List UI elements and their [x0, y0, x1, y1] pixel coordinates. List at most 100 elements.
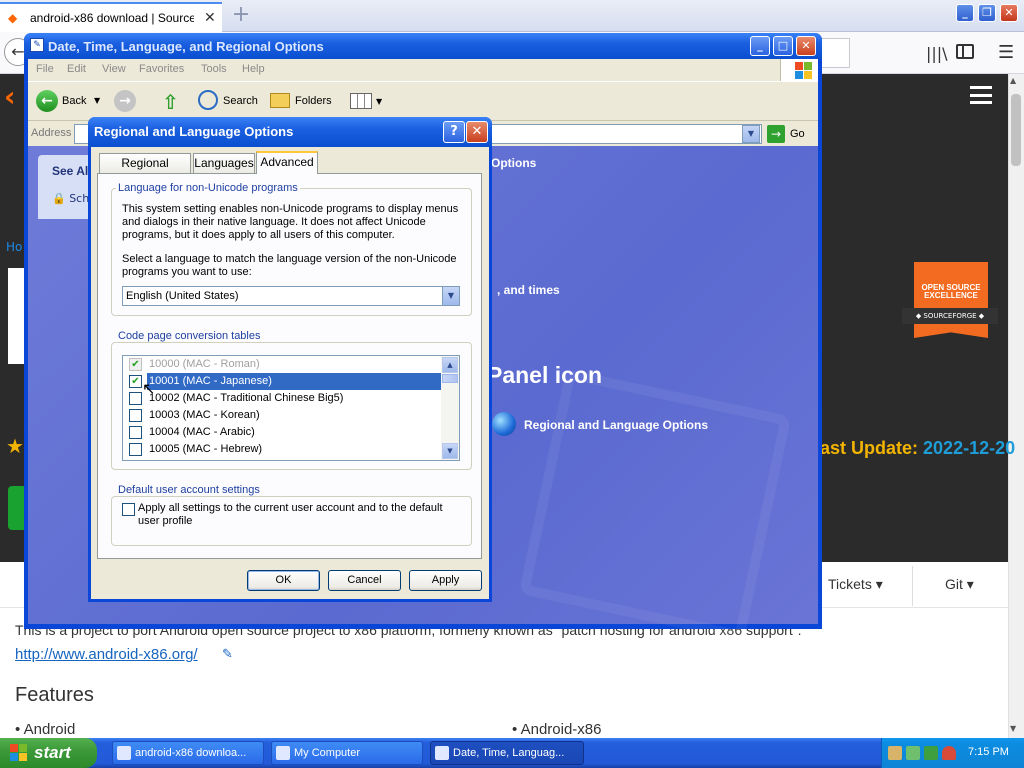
last-update-text: ast Update: 2022-12-20: [820, 438, 1015, 459]
tray-network-icon[interactable]: [888, 746, 902, 760]
scroll-up-arrow-icon[interactable]: ▲: [442, 357, 458, 373]
browser-menu-icon[interactable]: ☰: [998, 42, 1014, 63]
codepage-label: 10002 (MAC - Traditional Chinese Big5): [149, 392, 344, 404]
codepage-list-item[interactable]: ✔ 10001 (MAC - Japanese): [125, 373, 448, 390]
checkbox[interactable]: [129, 392, 142, 405]
folders-button-label[interactable]: Folders: [295, 95, 332, 107]
category-header-text: Options: [491, 156, 537, 170]
back-history-dropdown-icon[interactable]: ▼: [94, 96, 100, 105]
taskbar-item-firefox[interactable]: android-x86 downloa...: [112, 741, 264, 765]
back-arrow-icon[interactable]: ←: [36, 90, 58, 112]
security-shield-icon[interactable]: [942, 746, 956, 760]
regional-language-options-link[interactable]: Regional and Language Options: [524, 418, 708, 432]
menu-help[interactable]: Help: [242, 63, 265, 75]
external-link-icon[interactable]: ✎: [222, 647, 233, 662]
go-arrow-icon[interactable]: →: [767, 125, 785, 143]
tray-app-icon[interactable]: [924, 746, 938, 760]
globe-icon[interactable]: [492, 412, 516, 436]
badge-ribbon-tail: [914, 324, 988, 338]
explorer-maximize-button[interactable]: □: [773, 36, 793, 56]
views-dropdown-icon[interactable]: ▼: [376, 97, 382, 106]
codepage-scrollbar-thumb[interactable]: [442, 374, 458, 383]
last-update-date: 2022-12-20: [923, 438, 1016, 458]
taskbar-item-label: android-x86 downloa...: [135, 747, 247, 759]
tab-advanced[interactable]: Advanced: [256, 151, 318, 174]
explorer-close-button[interactable]: ✕: [796, 36, 816, 56]
mouse-cursor-icon: ↖: [142, 379, 156, 398]
tab-regional-options[interactable]: Regional Options: [99, 153, 191, 188]
browser-tab-title: android-x86 download | SourceForge.net: [30, 11, 194, 25]
back-button-label[interactable]: Back: [62, 95, 86, 107]
taskbar-item-label: Date, Time, Languag...: [453, 747, 565, 759]
windows-logo-icon: [10, 744, 28, 762]
page-scrollbar[interactable]: [1008, 74, 1024, 738]
apply-to-default-profile-checkbox[interactable]: [122, 503, 135, 516]
codepage-list-item[interactable]: ✔ 10000 (MAC - Roman): [125, 356, 441, 373]
site-menu-icon[interactable]: [970, 86, 992, 104]
checkbox[interactable]: ✔: [129, 375, 142, 388]
browser-close-button[interactable]: ✕: [1000, 4, 1018, 22]
help-button[interactable]: ?: [443, 121, 465, 143]
page-scrollbar-thumb[interactable]: [1011, 94, 1021, 166]
chevron-down-icon[interactable]: ▼: [442, 287, 459, 305]
codepage-list-item[interactable]: 10003 (MAC - Korean): [125, 407, 441, 424]
tab-languages[interactable]: Languages: [193, 153, 255, 173]
ok-button[interactable]: OK: [247, 570, 320, 591]
tray-utility-icon[interactable]: [906, 746, 920, 760]
folders-icon[interactable]: [270, 93, 290, 108]
search-icon[interactable]: [198, 90, 218, 110]
scroll-up-arrow-icon[interactable]: ▲: [1010, 76, 1016, 85]
search-button-label[interactable]: Search: [223, 95, 258, 107]
library-icon[interactable]: |||\: [926, 44, 948, 63]
project-homepage-link[interactable]: http://www.android-x86.org/: [15, 646, 198, 663]
menu-tools[interactable]: Tools: [201, 63, 227, 75]
taskbar-item-date-time[interactable]: Date, Time, Languag...: [430, 741, 584, 765]
forward-arrow-icon: →: [114, 90, 136, 112]
see-also-item[interactable]: 🔒 Sch: [52, 192, 89, 205]
views-icon[interactable]: [350, 93, 372, 109]
browser-minimize-button[interactable]: _: [956, 4, 974, 22]
task-link[interactable]: , and times: [497, 283, 560, 297]
explorer-minimize-button[interactable]: _: [750, 36, 770, 56]
menu-view[interactable]: View: [102, 63, 126, 75]
nonunicode-group-label: Language for non-Unicode programs: [116, 182, 300, 194]
download-button[interactable]: [8, 486, 24, 530]
up-folder-icon[interactable]: ⇧: [162, 90, 184, 114]
browser-tab-active[interactable]: ◆ android-x86 download | SourceForge.net…: [0, 2, 222, 32]
codepage-list-item[interactable]: 10004 (MAC - Arabic): [125, 424, 441, 441]
nav-git-menu[interactable]: Git ▾: [945, 576, 974, 593]
menu-favorites[interactable]: Favorites: [139, 63, 184, 75]
apply-button[interactable]: Apply: [409, 570, 482, 591]
checkbox[interactable]: [129, 426, 142, 439]
breadcrumb-home-link[interactable]: Ho: [6, 240, 22, 254]
taskbar-item-label: My Computer: [294, 747, 361, 759]
sidebar-icon[interactable]: [956, 44, 974, 59]
firefox-icon: [117, 746, 131, 760]
sourceforge-logo-icon[interactable]: ‹: [4, 80, 16, 113]
go-button-label[interactable]: Go: [790, 128, 805, 140]
scroll-down-arrow-icon[interactable]: ▼: [442, 443, 458, 459]
new-tab-button[interactable]: +: [230, 4, 252, 28]
badge-title: OPEN SOURCE EXCELLENCE: [914, 262, 988, 310]
browser-maximize-button[interactable]: ❐: [978, 4, 996, 22]
apply-to-default-profile-label[interactable]: Apply all settings to the current user a…: [138, 502, 458, 528]
sourceforge-favicon-icon: ◆: [8, 11, 18, 25]
codepage-list-item[interactable]: 10005 (MAC - Hebrew): [125, 441, 441, 458]
taskbar-item-my-computer[interactable]: My Computer: [271, 741, 423, 765]
checkbox[interactable]: ✔: [129, 358, 142, 371]
menu-file[interactable]: File: [36, 63, 54, 75]
system-clock: 7:15 PM: [968, 746, 1009, 758]
checkbox[interactable]: [129, 443, 142, 456]
dialog-close-button[interactable]: ✕: [466, 121, 488, 143]
address-dropdown-icon[interactable]: ▼: [742, 125, 760, 143]
project-logo-card: [8, 268, 24, 364]
language-select[interactable]: English (United States): [122, 286, 460, 306]
scroll-down-arrow-icon[interactable]: ▼: [1010, 724, 1016, 733]
codepage-list-item[interactable]: 10002 (MAC - Traditional Chinese Big5): [125, 390, 441, 407]
close-tab-icon[interactable]: ✕: [204, 10, 216, 26]
open-source-excellence-badge: OPEN SOURCE EXCELLENCE ◆ SOURCEFORGE ◆: [902, 262, 998, 340]
cancel-button[interactable]: Cancel: [328, 570, 401, 591]
checkbox[interactable]: [129, 409, 142, 422]
menu-edit[interactable]: Edit: [67, 63, 86, 75]
nav-tickets-menu[interactable]: Tickets ▾: [828, 576, 883, 593]
